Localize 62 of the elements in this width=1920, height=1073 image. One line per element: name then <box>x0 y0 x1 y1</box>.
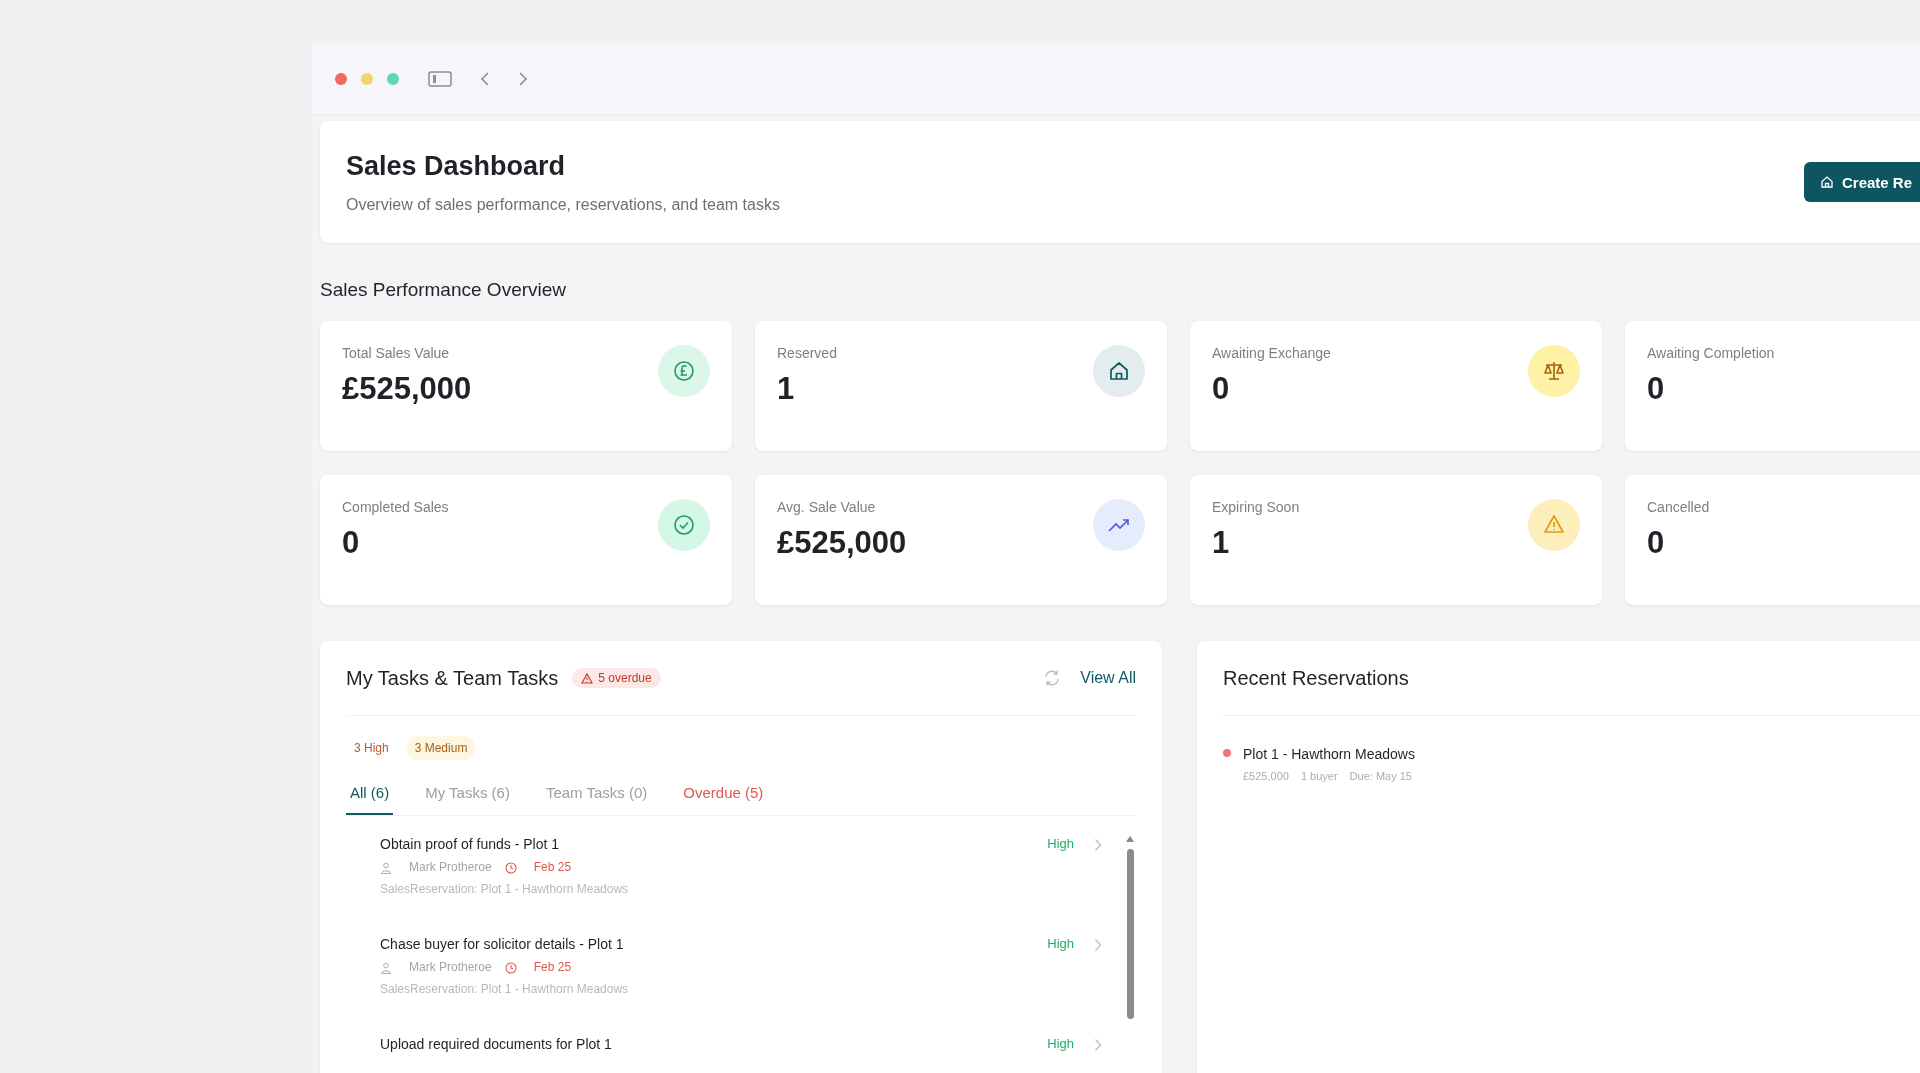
task-title[interactable]: Upload required documents for Plot 1 <box>380 1036 1028 1052</box>
task-priority: High <box>1047 936 1074 951</box>
view-all-link[interactable]: View All <box>1080 669 1136 687</box>
task-due-date: Feb 25 <box>533 960 572 974</box>
person-icon <box>380 962 392 974</box>
stat-value: 1 <box>1212 525 1231 561</box>
stat-value: £525,000 <box>777 525 907 561</box>
chevron-right-icon[interactable] <box>1094 938 1102 952</box>
stat-value: 0 <box>342 525 361 561</box>
task-tab[interactable]: All (6) <box>346 776 394 815</box>
task-due-date: Feb 25 <box>533 860 572 874</box>
clock-icon <box>504 862 517 874</box>
stat-value: 0 <box>1212 371 1231 407</box>
stat-value: 0 <box>1647 525 1666 561</box>
overdue-badge: 5 overdue <box>572 668 661 688</box>
stat-label: Awaiting Exchange <box>1212 345 1331 361</box>
pound-icon <box>658 345 710 397</box>
chevron-right-icon[interactable] <box>1094 838 1102 852</box>
reservation-price: £525,000 <box>1243 770 1289 782</box>
task-priority: High <box>1047 1036 1074 1051</box>
stat-label: Completed Sales <box>342 499 449 515</box>
stat-label: Awaiting Completion <box>1647 345 1775 361</box>
page-title: Sales Dashboard <box>346 150 566 182</box>
panel-title: Recent Reservations <box>1223 666 1409 690</box>
house-icon <box>1093 345 1145 397</box>
reservation-buyers: 1 buyer <box>1300 770 1338 782</box>
task-title[interactable]: Obtain proof of funds - Plot 1 <box>380 836 1028 852</box>
task-reference: SalesReservation: Plot 1 - Hawthorn Meadows <box>380 882 630 896</box>
chevron-right-icon[interactable] <box>1094 1038 1102 1052</box>
house-icon <box>1820 175 1834 189</box>
stat-value: £525,000 <box>342 371 472 407</box>
stat-label: Total Sales Value <box>342 345 451 361</box>
stat-label: Cancelled <box>1647 499 1710 515</box>
check-circle-icon <box>658 499 710 551</box>
stat-value: 1 <box>777 371 796 407</box>
task-title[interactable]: Chase buyer for solicitor details - Plot 1 <box>380 936 1028 952</box>
clock-icon <box>504 962 517 974</box>
section-title: Sales Performance Overview <box>320 279 568 301</box>
reservation-due: Due: May 15 <box>1349 770 1412 782</box>
stat-value: 0 <box>1647 371 1666 407</box>
window-controls-icon[interactable] <box>334 72 400 86</box>
task-tab[interactable]: Overdue (5) <box>679 776 768 815</box>
reservation-title[interactable]: Plot 1 - Hawthorn Meadows <box>1243 746 1415 762</box>
task-assignee: Mark Protheroe <box>409 960 492 974</box>
task-priority: High <box>1047 836 1074 851</box>
task-assignee: Mark Protheroe <box>409 860 492 874</box>
priority-label: 3 High <box>353 740 390 757</box>
sidebar-toggle-icon[interactable] <box>428 71 452 87</box>
panel-title: My Tasks & Team Tasks <box>346 666 559 690</box>
task-reference: SalesReservation: Plot 1 - Hawthorn Meadows <box>380 982 630 996</box>
warning-icon <box>1528 499 1580 551</box>
stat-label: Avg. Sale Value <box>777 499 877 515</box>
create-button[interactable]: Create Re <box>1804 162 1920 202</box>
forward-icon[interactable] <box>518 71 528 87</box>
trend-up-icon <box>1093 499 1145 551</box>
back-icon[interactable] <box>480 71 490 87</box>
page-subtitle: Overview of sales performance, reservations, and team tasks <box>346 195 780 214</box>
stat-label: Reserved <box>777 345 837 361</box>
priority-label: 3 Medium <box>406 736 476 760</box>
scales-icon <box>1528 345 1580 397</box>
person-icon <box>380 862 392 874</box>
stat-label: Expiring Soon <box>1212 499 1300 515</box>
